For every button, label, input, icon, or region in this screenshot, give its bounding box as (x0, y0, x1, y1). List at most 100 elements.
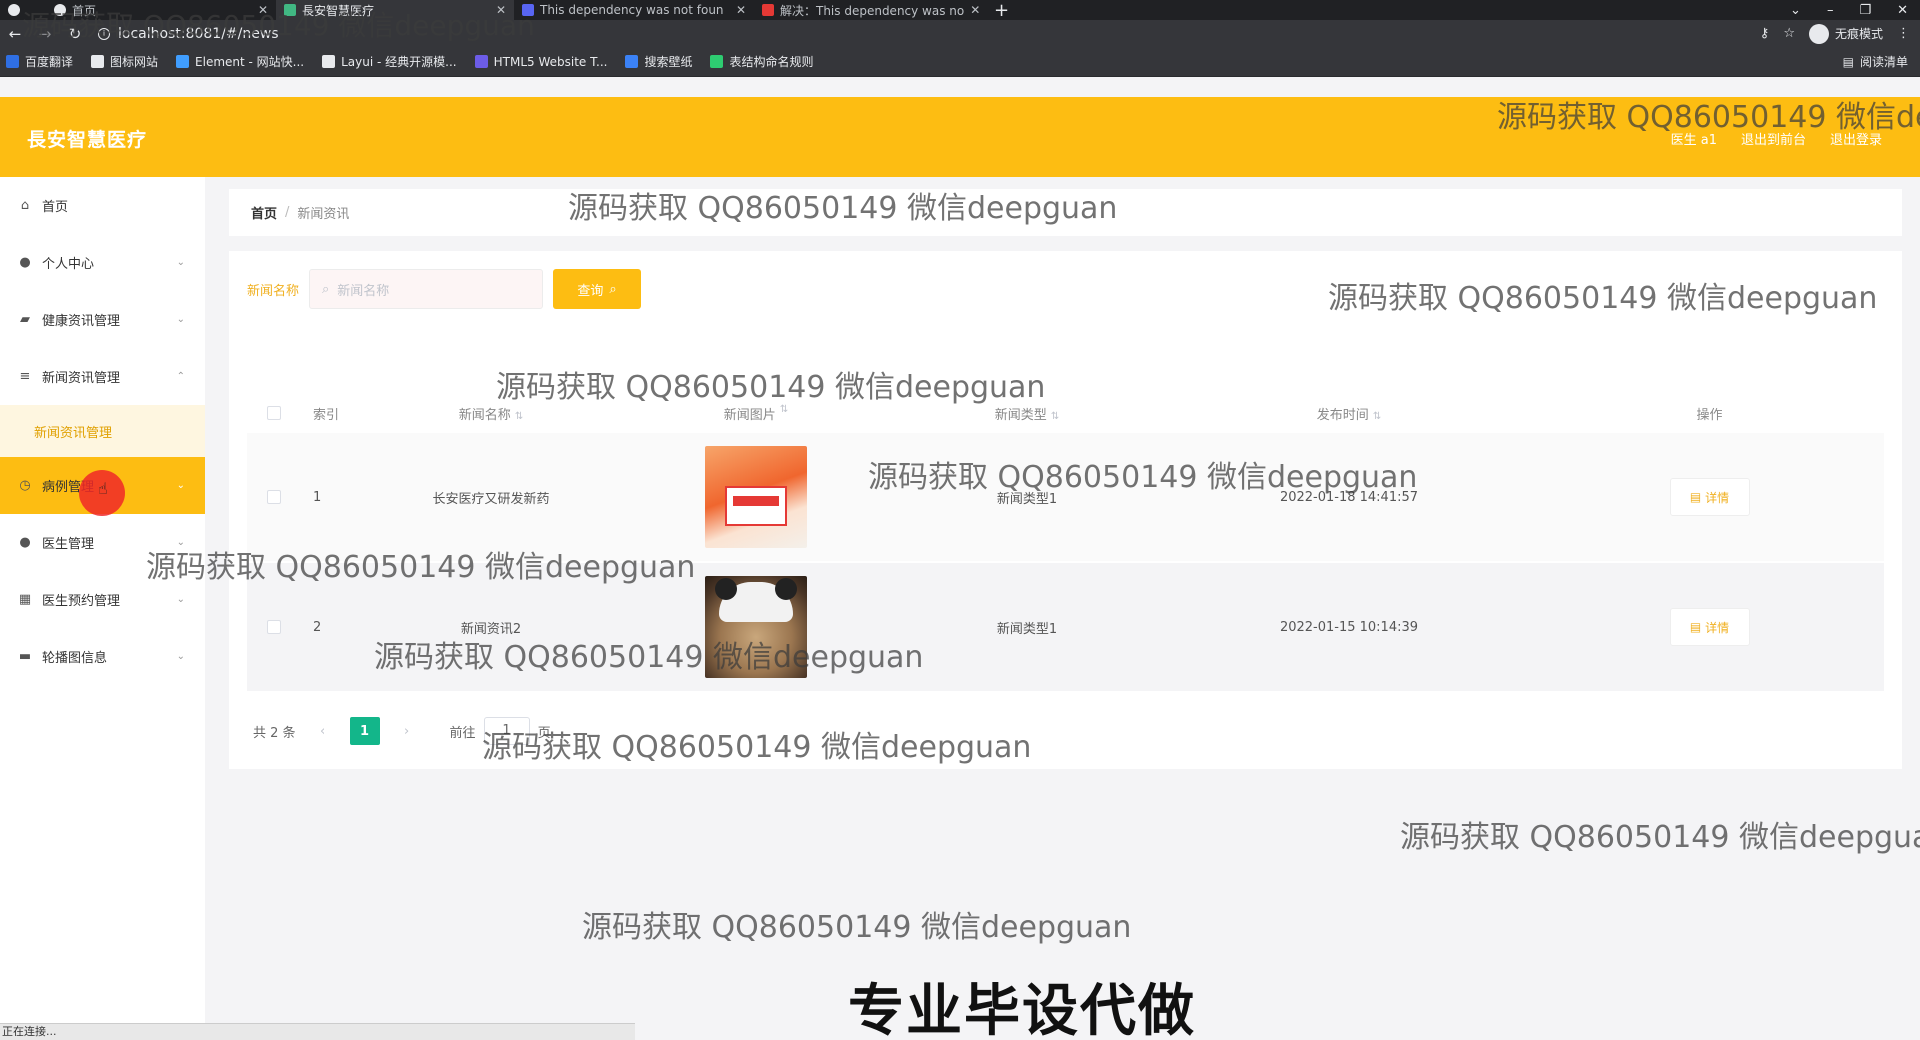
search-input[interactable]: ⌕ 新闻名称 (309, 269, 544, 309)
row-checkbox[interactable] (267, 490, 281, 504)
detail-button[interactable]: ▤ 详情 (1669, 478, 1750, 516)
chrome-icon (8, 4, 20, 16)
watermark-text: 源码获取 QQ86050149 微信deepgua (1400, 820, 1920, 855)
news-thumbnail[interactable] (705, 446, 807, 548)
tab-search-icon[interactable]: ⌄ (1790, 3, 1801, 18)
detail-button[interactable]: ▤ 详情 (1669, 608, 1750, 646)
close-tab-icon[interactable]: ✕ (970, 3, 980, 17)
sort-icon[interactable]: ⇅ (1051, 411, 1059, 422)
sidebar-item-health-news[interactable]: ▰ 健康资讯管理 ⌄ (0, 291, 205, 348)
page-number-current[interactable]: 1 (349, 717, 380, 745)
bookmark-item[interactable]: HTML5 Website T... (474, 54, 608, 69)
bookmark-item[interactable]: 表结构命名规则 (710, 53, 813, 70)
watermark-text: 源码获取 QQ86050149 微信deepguan (1328, 281, 1878, 316)
column-header-image[interactable]: 新闻图片 ⇅ (621, 404, 891, 423)
row-checkbox[interactable] (267, 620, 281, 634)
bookmark-label: Element - 网站快... (195, 55, 305, 69)
chevron-down-icon: ⌄ (176, 257, 185, 268)
browser-tab-3[interactable]: This dependency was not foun ✕ (514, 0, 754, 20)
more-menu-icon[interactable]: ⋮ (1897, 26, 1910, 41)
reading-list-label: 阅读清单 (1859, 55, 1908, 69)
star-icon[interactable]: ☆ (1783, 26, 1795, 41)
bookmark-item[interactable]: 图标网站 (91, 53, 158, 70)
medicine-box-image (725, 486, 787, 526)
restore-icon[interactable]: ❐ (1859, 3, 1871, 18)
select-all-checkbox[interactable] (267, 406, 281, 420)
image-icon: ▬ (18, 648, 32, 664)
search-icon: ⌕ (609, 281, 617, 297)
column-header-label: 新闻图片 (723, 407, 776, 423)
sidebar-subitem-news[interactable]: 新闻资讯管理 (0, 405, 205, 457)
detail-button-label: 详情 (1705, 490, 1730, 505)
sort-icon[interactable]: ⇅ (780, 404, 788, 423)
breadcrumb-home[interactable]: 首页 (251, 203, 277, 222)
row-index: 2 (313, 619, 322, 635)
sidebar-item-cases[interactable]: ◷ 病例管理 ⌄ ☝ (0, 457, 205, 516)
tab-title: This dependency was not foun (540, 3, 724, 17)
hand-cursor-icon: ☝ (98, 479, 108, 498)
bookmark-label: HTML5 Website T... (493, 54, 608, 69)
breadcrumb-current: 新闻资讯 (297, 207, 350, 222)
document-icon: ▤ (1689, 490, 1702, 504)
sort-icon[interactable]: ⇅ (515, 411, 523, 422)
element-icon (176, 55, 190, 68)
search-icon: ⌕ (322, 281, 330, 297)
bookmark-item[interactable]: Layui - 经典开源模... (322, 53, 457, 70)
new-tab-button[interactable]: + (984, 0, 1019, 21)
bookmark-item[interactable]: 搜索壁纸 (625, 53, 692, 70)
watermark-text: 源码获取 QQ86050149 微信deepguan (568, 191, 1118, 226)
column-header-name[interactable]: 新闻名称 ⇅ (361, 404, 621, 423)
breadcrumb-separator: / (285, 205, 290, 220)
prev-page-icon[interactable]: ‹ (310, 718, 336, 744)
sidebar-item-carousel[interactable]: ▬ 轮播图信息 ⌄ (0, 628, 205, 685)
incognito-icon (1808, 23, 1829, 44)
column-header-label: 发布时间 (1316, 407, 1369, 423)
column-header-actions: 操作 (1696, 407, 1723, 423)
bookmark-label: 表结构命名规则 (729, 55, 814, 69)
minimize-icon[interactable]: – (1827, 3, 1834, 18)
close-window-icon[interactable]: ✕ (1897, 3, 1908, 18)
watermark-text: 源码获取 QQ86050149 微信deepguan (582, 910, 1132, 945)
tab-title: 解决：This dependency was no (780, 3, 965, 18)
column-header-label: 新闻类型 (994, 407, 1047, 423)
sidebar-item-label: 医生预约管理 (42, 594, 121, 609)
watermark-text: 源码获取 QQ86050149 微信deepguan (868, 460, 1418, 495)
sidebar-item-home[interactable]: ⌂ 首页 (0, 177, 205, 234)
close-tab-icon[interactable]: ✕ (736, 3, 746, 17)
document-icon: ▤ (1689, 620, 1702, 634)
key-icon[interactable]: ⚷ (1760, 26, 1770, 41)
bookmark-item[interactable]: 百度翻译 (6, 53, 73, 70)
row-time: 2022-01-15 10:14:39 (1279, 619, 1419, 635)
query-button[interactable]: 查询 ⌕ (553, 269, 642, 309)
chevron-down-icon: ⌄ (176, 651, 185, 662)
sidebar-item-label: 健康资讯管理 (42, 314, 121, 329)
next-page-icon[interactable]: › (394, 718, 420, 744)
watermark-text: 源码获取 QQ86050149 微信deepguan (374, 640, 924, 675)
column-header-time[interactable]: 发布时间 ⇅ (1163, 404, 1535, 423)
row-name: 长安医疗又研发新药 (432, 491, 550, 507)
sidebar: ⌂ 首页 ● 个人中心 ⌄ ▰ 健康资讯管理 ⌄ ≡ 新闻资讯管理 ⌃ 新闻资讯… (0, 177, 205, 1040)
list-icon: ≡ (19, 368, 31, 384)
watermark-text: 源码获取 QQ86050149 微信deepguan (496, 370, 1046, 405)
sidebar-item-personal[interactable]: ● 个人中心 ⌄ (0, 234, 205, 291)
sidebar-item-news[interactable]: ≡ 新闻资讯管理 ⌃ (0, 348, 205, 405)
sidebar-item-label: 个人中心 (42, 257, 95, 272)
bookmark-item[interactable]: Element - 网站快... (176, 53, 304, 70)
incognito-badge[interactable]: 无痕模式 (1808, 23, 1883, 44)
incognito-label: 无痕模式 (1834, 27, 1883, 41)
reading-list-button[interactable]: ▤ 阅读清单 (1843, 53, 1920, 70)
row-type: 新闻类型1 (996, 621, 1058, 637)
sort-icon[interactable]: ⇅ (1373, 411, 1381, 422)
grid-icon: ▦ (18, 591, 32, 607)
bookmark-label: 图标网站 (110, 55, 159, 69)
search-placeholder: 新闻名称 (337, 283, 390, 299)
column-header-type[interactable]: 新闻类型 ⇅ (891, 404, 1163, 423)
watermark-text: 源码获取 QQ86050149 微信de (1497, 100, 1920, 135)
user-icon: ● (19, 254, 31, 270)
browser-tab-4[interactable]: 解决：This dependency was no ✕ (754, 0, 984, 20)
briefcase-icon: ▰ (20, 311, 30, 327)
sheet-icon (710, 55, 724, 68)
bookmark-label: 百度翻译 (25, 55, 74, 69)
column-header-label: 新闻名称 (458, 407, 511, 423)
news-panel: 新闻名称 ⌕ 新闻名称 查询 ⌕ 索引 新闻名称 ⇅ 新闻图片 ⇅ 新闻类型 ⇅ 发布… (229, 251, 1902, 769)
